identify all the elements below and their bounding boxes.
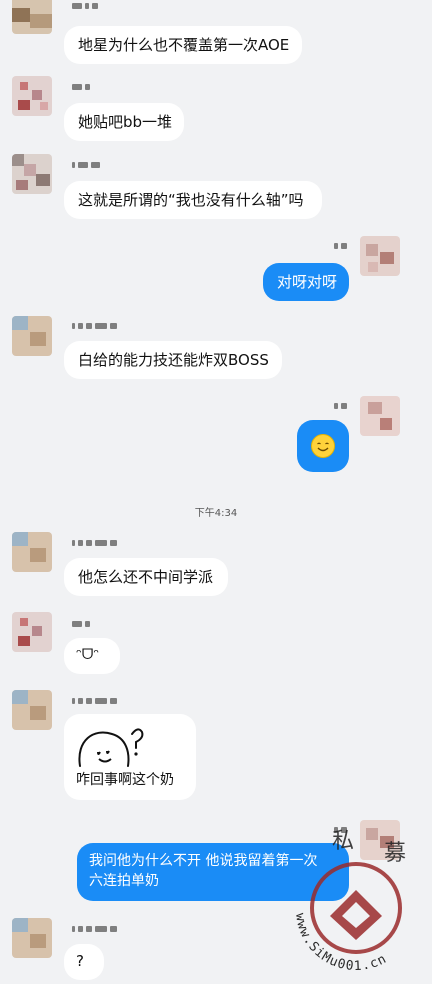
watermark-seal: 私 募 www.SiMu001.cn	[292, 829, 406, 974]
doodle-sticker-icon	[78, 728, 144, 767]
sender-name	[72, 322, 117, 330]
message-text: 咋回事啊这个奶	[76, 772, 174, 788]
svg-text:募: 募	[384, 841, 406, 866]
smiling-emoji-icon	[311, 434, 335, 458]
avatar[interactable]	[12, 532, 52, 572]
message-bubble[interactable]: 他怎么还不中间学派	[64, 558, 228, 596]
avatar[interactable]	[12, 154, 52, 194]
avatar[interactable]	[12, 76, 52, 116]
message-bubble[interactable]: ᵔᗜᵔ	[64, 638, 120, 674]
timestamp: 下午4:34	[194, 508, 238, 519]
message-bubble[interactable]: 这就是所谓的“我也没有什么轴”吗	[64, 181, 322, 219]
message-bubble[interactable]	[297, 420, 349, 472]
avatar[interactable]	[12, 690, 52, 730]
sender-name	[72, 925, 117, 933]
avatar[interactable]	[12, 612, 52, 652]
sender-name	[72, 620, 90, 628]
message-bubble[interactable]: 咋回事啊这个奶	[64, 714, 196, 800]
message-bubble[interactable]: 对呀对呀	[263, 263, 349, 301]
message-bubble[interactable]: 她贴吧bb一堆	[64, 103, 184, 141]
avatar[interactable]	[12, 918, 52, 958]
avatar[interactable]	[12, 0, 52, 34]
sender-name	[72, 2, 98, 10]
message-bubble[interactable]: 白给的能力技还能炸双BOSS	[64, 341, 282, 379]
avatar[interactable]	[360, 396, 400, 436]
sender-name	[334, 402, 347, 410]
message-bubble[interactable]: 地星为什么也不覆盖第一次AOE	[64, 26, 302, 64]
chat-thread[interactable]: 地星为什么也不覆盖第一次AOE 她贴吧bb一堆 这就是所谓的“我也没有什么轴”吗…	[0, 0, 432, 984]
message-bubble[interactable]: ?	[64, 944, 104, 980]
sender-name	[334, 242, 347, 250]
avatar[interactable]	[360, 236, 400, 276]
sender-name	[72, 697, 117, 705]
svg-text:私: 私	[332, 829, 354, 854]
sender-name	[72, 83, 90, 91]
avatar[interactable]	[12, 316, 52, 356]
sender-name	[72, 161, 100, 169]
sender-name	[72, 539, 117, 547]
